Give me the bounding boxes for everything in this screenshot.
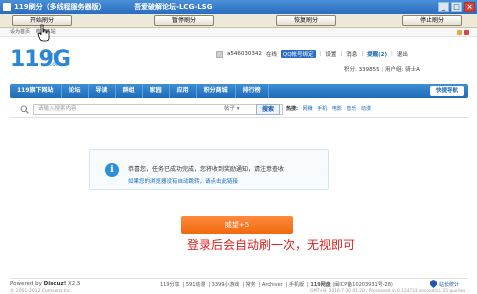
flag-icon[interactable]	[464, 30, 469, 35]
nav-item-ranking[interactable]: 排行榜	[236, 84, 269, 98]
window-site-label: 吾爱破解论坛-LCG-LSG	[134, 3, 213, 11]
avatar[interactable]	[216, 50, 223, 58]
app-toolbar: 开始刷分 暂停刷分 恢复刷分 停止刷分	[0, 14, 477, 28]
site-logo[interactable]: 119G 网盘 .com	[10, 47, 71, 77]
online-status: 在线	[265, 52, 277, 58]
topbar-icons	[457, 30, 469, 35]
minimize-button[interactable]: _	[438, 2, 449, 12]
hot-label: 热搜:	[286, 106, 298, 112]
hand-cursor-icon	[37, 24, 50, 42]
footer-link[interactable]: 591动漫	[186, 282, 206, 288]
info-icon: i	[105, 163, 119, 177]
pause-button[interactable]: 暂停刷分	[154, 15, 214, 26]
shield-icon	[430, 280, 437, 288]
style-icon[interactable]	[457, 30, 462, 35]
window-controls: _ □ ×	[438, 2, 475, 12]
footer-link[interactable]: 3399小游戏	[212, 282, 240, 288]
stop-button[interactable]: 停止刷分	[402, 15, 462, 26]
close-button[interactable]: ×	[464, 2, 475, 12]
resume-button[interactable]: 恢复刷分	[276, 15, 336, 26]
powered-by: Powered by Discuz! X2.5	[10, 281, 81, 287]
maximize-button[interactable]: □	[451, 2, 462, 12]
logo-sub: 网盘 .com	[47, 53, 62, 68]
nav-item-apps[interactable]: 应用	[170, 84, 197, 98]
notice-text: 登录后会自动刷一次，无视即可	[187, 238, 356, 252]
messages-link[interactable]: 消息	[346, 50, 357, 58]
nav-item-home[interactable]: 家园	[143, 84, 170, 98]
settings-link[interactable]: 设置	[325, 50, 336, 58]
nav-item-guide[interactable]: 导读	[89, 84, 116, 98]
remind-link[interactable]: 提醒(2)	[367, 50, 387, 58]
quick-nav-button[interactable]: 快捷导航	[429, 86, 464, 96]
main-nav: 119旗下网站 论坛 导读 群组 家园 应用 积分商城 排行榜 快捷导航	[10, 84, 468, 98]
window-title: 119刷分（多线程服务器版）	[14, 3, 106, 11]
hot-searches: 热搜: 网赚 手机 电影 音乐 动漫	[286, 104, 374, 115]
nav-item-sites[interactable]: 119旗下网站	[10, 84, 62, 98]
hot-item[interactable]: 电影	[332, 106, 342, 112]
nav-item-shop[interactable]: 积分商城	[197, 84, 236, 98]
success-message-box: i 恭喜您，任务已成功完成，您将收到奖励通知，请注意查收 如果您的浏览器没有自动…	[89, 149, 329, 190]
icp-link[interactable]: (闽ICP备10203931号-28)	[332, 282, 393, 288]
username[interactable]: a546030342	[227, 51, 262, 57]
hot-item[interactable]: 网赚	[303, 106, 313, 112]
qq-bind-button[interactable]: QQ帐号绑定	[280, 50, 316, 58]
footer-link[interactable]: 119分享	[160, 282, 180, 288]
search-bar: 请输入搜索内容 帖子 ▾ 搜索 热搜: 网赚 手机 电影 音乐 动漫	[10, 101, 468, 118]
search-button[interactable]: 搜索	[256, 104, 280, 115]
success-message: 恭喜您，任务已成功完成，您将收到奖励通知，请注意查收	[128, 166, 285, 173]
hot-item[interactable]: 动漫	[361, 106, 371, 112]
window-title-bar: 119刷分（多线程服务器版） 吾爱破解论坛-LCG-LSG _ □ ×	[0, 0, 477, 14]
copyright: © 2001-2012 Comsenz Inc.	[10, 289, 73, 294]
discuz-link[interactable]: Discuz!	[44, 281, 67, 287]
user-group-link[interactable]: 用户组: 骑士A	[385, 67, 420, 73]
footer-link[interactable]: 常务	[246, 282, 256, 288]
footer-link[interactable]: Archiver	[262, 282, 283, 288]
app-icon	[3, 3, 11, 11]
points-link[interactable]: 积分: 339855	[344, 67, 380, 73]
footer-link[interactable]: 手机版	[289, 282, 304, 288]
footer: Powered by Discuz! X2.5 © 2001-2012 Coms…	[10, 278, 468, 294]
site-topbar: 设为首页 收藏本站	[0, 28, 477, 37]
hot-item[interactable]: 手机	[317, 106, 327, 112]
logout-link[interactable]: 退出	[397, 50, 408, 58]
redirect-link[interactable]: 如果您的浏览器没有自动跳转，请点击此链接	[128, 177, 238, 185]
gmt-info: GMT+8, 2016-7-30 01:20 , Processed in 0.…	[310, 289, 469, 294]
search-type-select[interactable]: 帖子 ▾	[224, 104, 254, 115]
user-stats: 积分: 339855 | 用户组: 骑士A	[344, 67, 420, 73]
footer-links: 119分享 | 591动漫 | 3399小游戏 | 常务 | Archiver | 手机版…	[160, 282, 393, 288]
footer-link[interactable]: 119网盘	[310, 282, 330, 288]
nav-item-groups[interactable]: 群组	[116, 84, 143, 98]
hot-item[interactable]: 音乐	[346, 106, 356, 112]
set-homepage-link[interactable]: 设为首页	[10, 29, 30, 35]
search-icon	[20, 105, 29, 114]
nav-item-forum[interactable]: 论坛	[62, 84, 89, 98]
prestige-button[interactable]: 威望+5	[181, 216, 293, 234]
stats-badge[interactable]: 站长统计	[430, 280, 459, 288]
user-bar: a546030342 在线 QQ帐号绑定 | 设置 | 消息 | 提醒(2) |…	[216, 50, 408, 58]
